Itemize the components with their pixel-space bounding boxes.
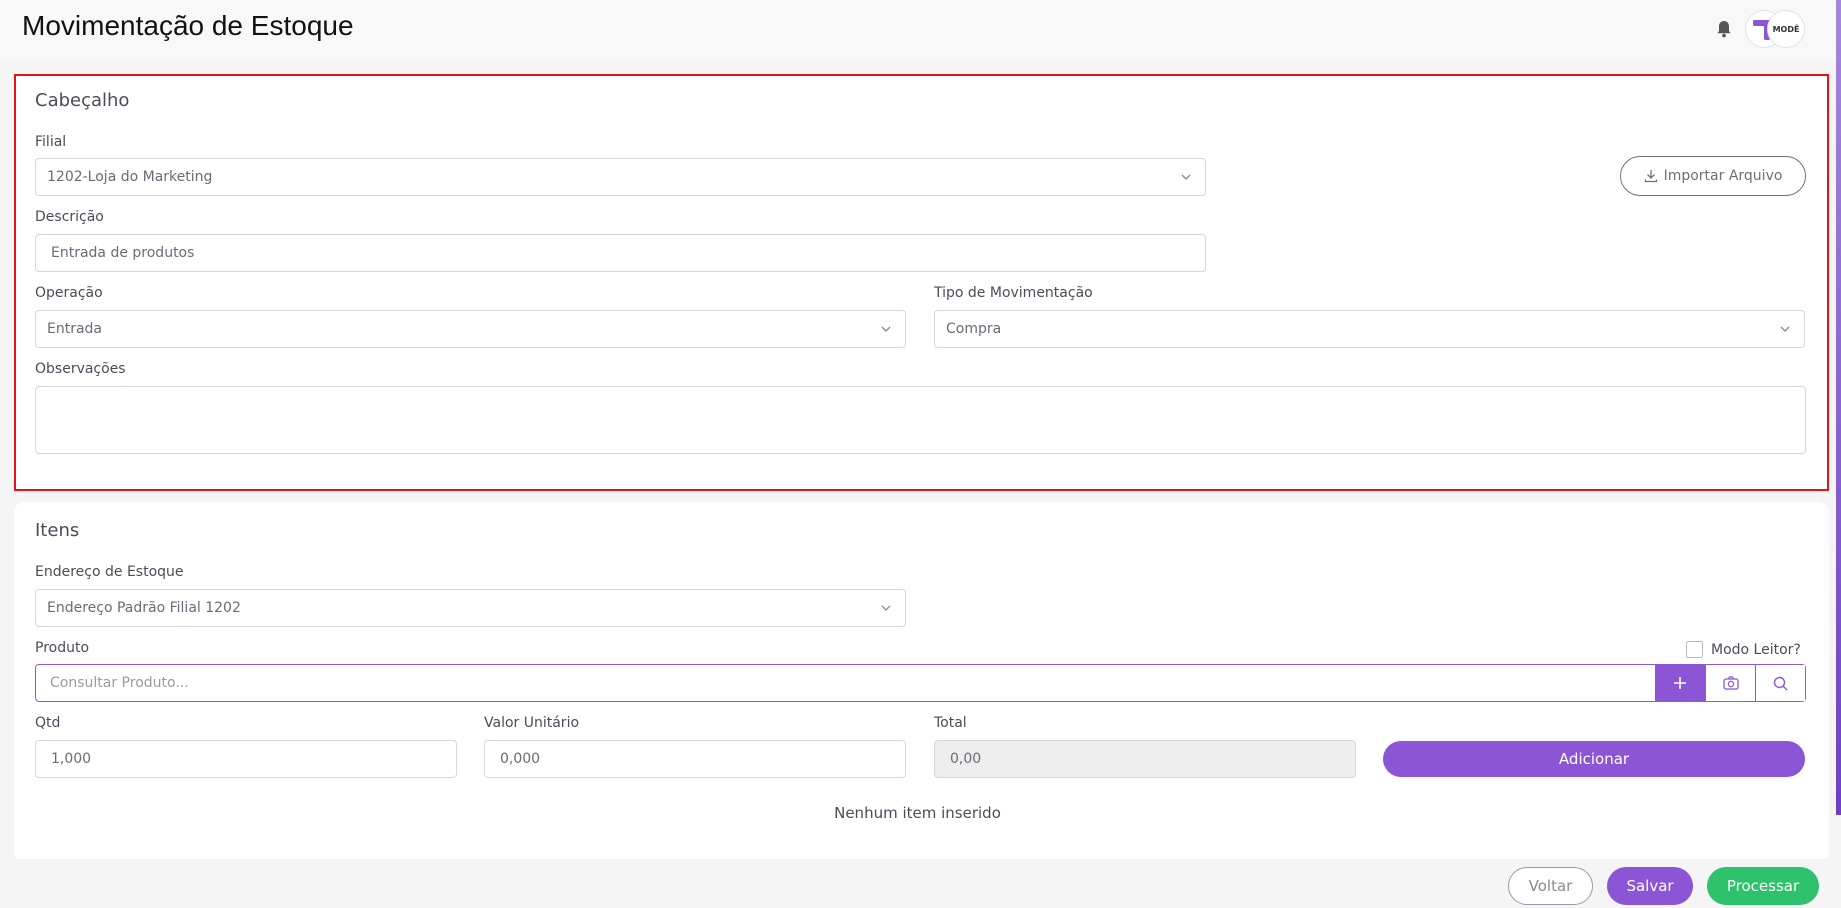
endereco-select[interactable]: Endereço Padrão Filial 1202 — [35, 589, 906, 627]
modo-leitor-label: Modo Leitor? — [1711, 641, 1801, 658]
total-label: Total — [934, 715, 967, 731]
endereco-value: Endereço Padrão Filial 1202 — [47, 600, 241, 616]
observacoes-textarea[interactable] — [35, 386, 1806, 454]
user-avatar-group[interactable]: MODÊ — [1745, 10, 1805, 48]
product-search-placeholder: Consultar Produto... — [50, 675, 189, 691]
qtd-value: 1,000 — [51, 751, 92, 767]
product-search-input[interactable]: Consultar Produto... — [36, 665, 1655, 701]
total-value: 0,00 — [950, 751, 982, 767]
top-bar: Movimentação de Estoque MODÊ — [0, 0, 1841, 60]
valor-unitario-input[interactable]: 0,000 — [484, 740, 906, 778]
save-button[interactable]: Salvar — [1607, 867, 1693, 905]
descricao-value: Entrada de produtos — [51, 245, 195, 261]
section-title-header: Cabeçalho — [35, 90, 130, 111]
page-title: Movimentação de Estoque — [22, 10, 354, 41]
avatar: MODÊ — [1767, 10, 1805, 48]
chevron-down-icon — [1181, 174, 1191, 180]
product-search-group: Consultar Produto... — [35, 664, 1806, 702]
add-product-button[interactable] — [1655, 665, 1705, 701]
empty-items-message: Nenhum item inserido — [834, 804, 1001, 822]
tipo-movimentacao-value: Compra — [946, 321, 1002, 337]
operacao-select[interactable]: Entrada — [35, 310, 906, 348]
plus-icon — [1674, 677, 1686, 689]
operacao-label: Operação — [35, 285, 103, 301]
back-button[interactable]: Voltar — [1508, 867, 1593, 905]
process-button[interactable]: Processar — [1707, 867, 1819, 905]
bell-icon[interactable] — [1714, 19, 1734, 39]
produto-label: Produto — [35, 640, 90, 656]
modo-leitor-toggle[interactable]: Modo Leitor? — [1686, 641, 1801, 658]
modo-leitor-checkbox[interactable] — [1686, 641, 1703, 658]
download-icon — [1644, 170, 1657, 183]
descricao-input[interactable]: Entrada de produtos — [35, 234, 1206, 272]
import-file-label: Importar Arquivo — [1663, 168, 1783, 184]
valor-unitario-label: Valor Unitário — [484, 715, 580, 731]
tipo-movimentacao-select[interactable]: Compra — [934, 310, 1805, 348]
filial-select[interactable]: 1202-Loja do Marketing — [35, 158, 1206, 196]
filial-value: 1202-Loja do Marketing — [47, 169, 213, 185]
import-file-button[interactable]: Importar Arquivo — [1620, 156, 1806, 196]
descricao-label: Descrição — [35, 209, 104, 225]
add-item-button[interactable]: Adicionar — [1383, 741, 1805, 777]
camera-icon — [1722, 676, 1739, 690]
total-input: 0,00 — [934, 740, 1356, 778]
chevron-down-icon — [881, 326, 891, 332]
operacao-value: Entrada — [47, 321, 103, 337]
search-icon — [1773, 676, 1788, 690]
qtd-input[interactable]: 1,000 — [35, 740, 457, 778]
tipo-movimentacao-label: Tipo de Movimentação — [934, 285, 1093, 301]
chevron-down-icon — [1780, 326, 1790, 332]
endereco-label: Endereço de Estoque — [35, 564, 184, 580]
camera-button[interactable] — [1705, 665, 1755, 701]
valor-unitario-value: 0,000 — [500, 751, 541, 767]
qtd-label: Qtd — [35, 715, 61, 731]
search-button[interactable] — [1755, 665, 1805, 701]
scrollbar[interactable] — [1836, 0, 1841, 815]
chevron-down-icon — [881, 605, 891, 611]
filial-label: Filial — [35, 134, 67, 150]
section-title-items: Itens — [35, 520, 80, 541]
observacoes-label: Observações — [35, 361, 126, 377]
